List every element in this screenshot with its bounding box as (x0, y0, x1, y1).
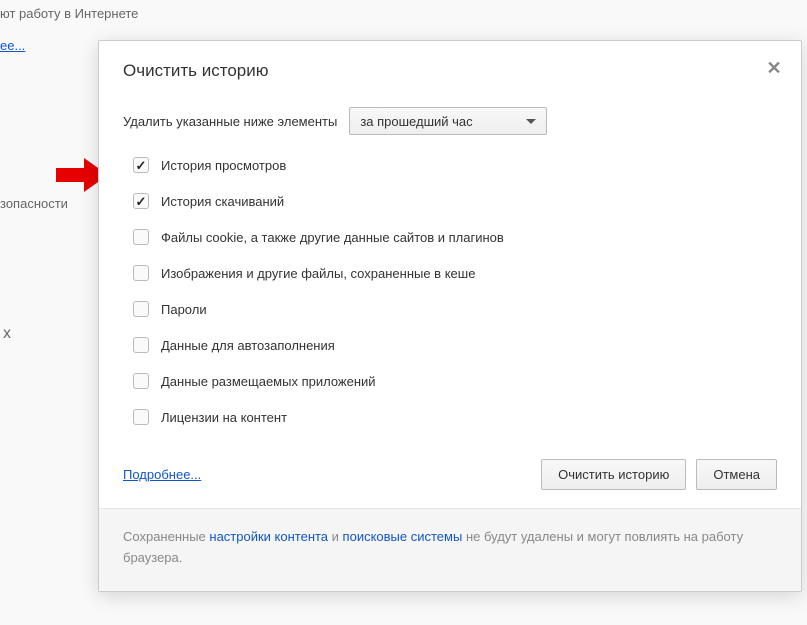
checkbox-label: Пароли (161, 302, 207, 317)
checkbox[interactable] (133, 373, 149, 389)
checkbox-label: История скачиваний (161, 194, 284, 209)
check-row: Файлы cookie, а также другие данные сайт… (133, 229, 777, 245)
search-engines-link[interactable]: поисковые системы (343, 529, 463, 544)
checkbox-list: История просмотров История скачиваний Файл… (123, 157, 777, 425)
checkbox-label: Данные для автозаполнения (161, 338, 335, 353)
checkbox-label: Лицензии на контент (161, 410, 287, 425)
check-row: Данные размещаемых приложений (133, 373, 777, 389)
clear-history-button[interactable]: Очистить историю (541, 459, 686, 490)
annotation-arrow-icon (56, 158, 96, 188)
checkbox[interactable] (133, 265, 149, 281)
close-icon: ✕ (766, 58, 781, 79)
cancel-button[interactable]: Отмена (696, 459, 777, 490)
dialog-footer: Сохраненные настройки контента и поисков… (99, 508, 801, 591)
checkbox[interactable] (133, 337, 149, 353)
dialog-actions: Подробнее... Очистить историю Отмена (99, 437, 801, 508)
dialog-body: Удалить указанные ниже элементы за проше… (99, 89, 801, 437)
checkbox[interactable] (133, 301, 149, 317)
bg-text: ют работу в Интернете (0, 6, 138, 21)
action-buttons: Очистить историю Отмена (541, 459, 777, 490)
content-settings-link[interactable]: настройки контента (209, 529, 328, 544)
check-row: Изображения и другие файлы, сохраненные … (133, 265, 777, 281)
clear-history-dialog: Очистить историю ✕ Удалить указанные ниж… (98, 40, 802, 592)
checkbox-label: Файлы cookie, а также другие данные сайт… (161, 230, 504, 245)
footer-text: Сохраненные (123, 529, 209, 544)
check-row: Лицензии на контент (133, 409, 777, 425)
checkbox[interactable] (133, 229, 149, 245)
footer-text: и (328, 529, 343, 544)
time-range-row: Удалить указанные ниже элементы за проше… (123, 107, 777, 135)
checkbox-label: История просмотров (161, 158, 286, 173)
check-row: История скачиваний (133, 193, 777, 209)
chevron-down-icon (526, 119, 536, 124)
close-button[interactable]: ✕ (765, 59, 783, 77)
checkbox-label: Изображения и другие файлы, сохраненные … (161, 266, 475, 281)
learn-more-link[interactable]: Подробнее... (123, 467, 201, 482)
dialog-header: Очистить историю ✕ (99, 41, 801, 89)
check-row: История просмотров (133, 157, 777, 173)
checkbox[interactable] (133, 193, 149, 209)
check-row: Пароли (133, 301, 777, 317)
bg-text-2: зопасности (0, 196, 68, 211)
checkbox[interactable] (133, 409, 149, 425)
bg-link[interactable]: ее... (0, 38, 25, 53)
check-row: Данные для автозаполнения (133, 337, 777, 353)
checkbox-label: Данные размещаемых приложений (161, 374, 376, 389)
dropdown-value: за прошедший час (360, 114, 472, 129)
bg-text-3: х (3, 325, 11, 343)
checkbox[interactable] (133, 157, 149, 173)
time-range-label: Удалить указанные ниже элементы (123, 114, 337, 129)
dialog-title: Очистить историю (123, 61, 777, 81)
time-range-dropdown[interactable]: за прошедший час (349, 107, 547, 135)
